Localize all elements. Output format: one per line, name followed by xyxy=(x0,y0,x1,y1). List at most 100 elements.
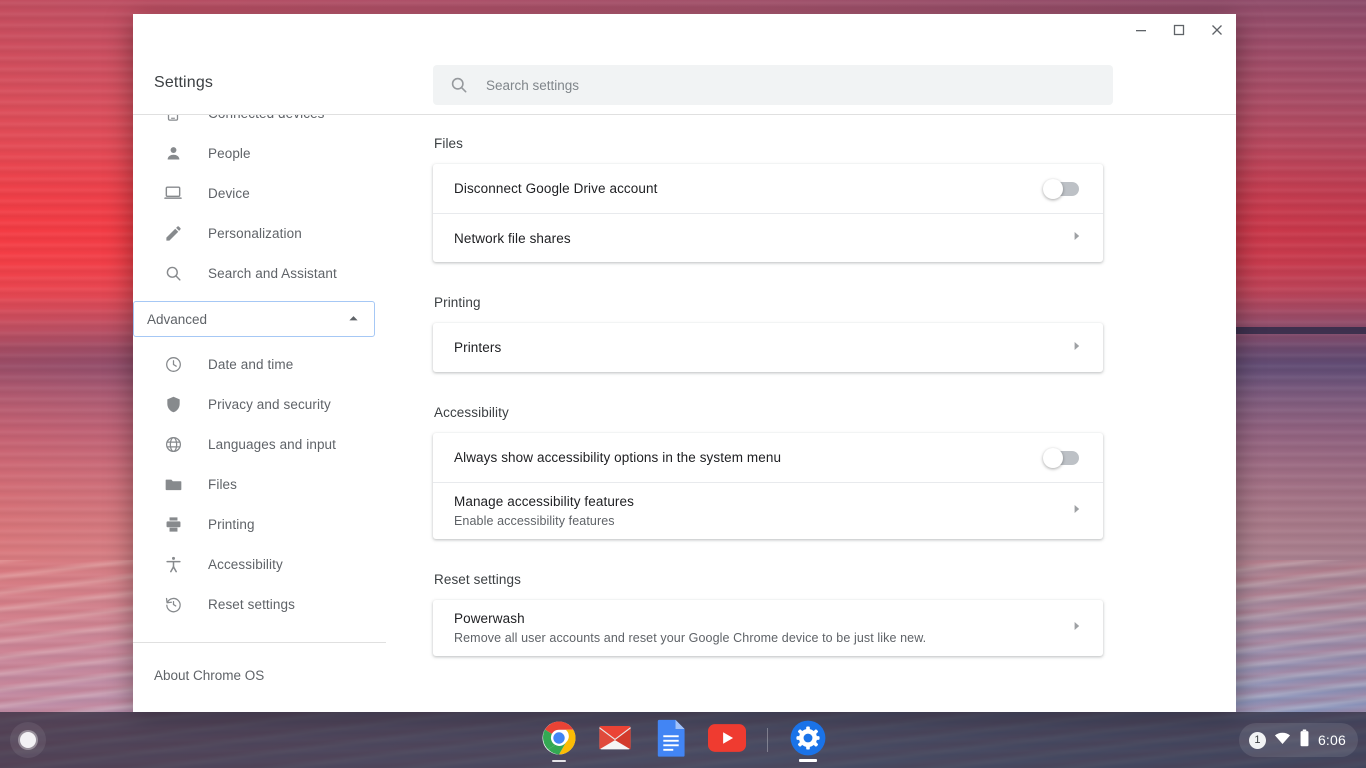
sidebar-item-label: About Chrome OS xyxy=(154,667,265,683)
row-printers[interactable]: Printers xyxy=(433,323,1103,372)
section-title: Accessibility xyxy=(434,405,509,420)
folder-icon xyxy=(163,474,183,494)
printer-icon xyxy=(163,514,183,534)
gmail-icon xyxy=(598,721,632,760)
person-icon xyxy=(163,143,183,163)
disconnect-google-drive-toggle[interactable] xyxy=(1043,178,1079,199)
sidebar-item-label: People xyxy=(208,145,251,161)
row-title: Network file shares xyxy=(454,230,571,246)
sidebar-item-label: Reset settings xyxy=(208,596,295,612)
settings-window: Settings Search settings People Device P… xyxy=(133,14,1236,712)
settings-card: Always show accessibility options in the… xyxy=(433,433,1103,539)
section-title: Printing xyxy=(434,295,481,310)
settings-content[interactable]: Files Disconnect Google Drive account Ne… xyxy=(386,115,1236,712)
row-manage-accessibility-features[interactable]: Manage accessibility features Enable acc… xyxy=(433,482,1103,539)
sidebar-item-privacy-and-security[interactable]: Privacy and security xyxy=(133,384,386,424)
close-button[interactable] xyxy=(1198,14,1236,46)
launcher-button[interactable] xyxy=(10,722,46,758)
sidebar-item-people[interactable]: People xyxy=(133,133,386,173)
search-input[interactable] xyxy=(486,77,1097,93)
globe-icon xyxy=(163,434,183,454)
sidebar-item-label: Personalization xyxy=(208,225,302,241)
sidebar-item-label: Date and time xyxy=(208,356,294,372)
sidebar-advanced-label: Advanced xyxy=(147,311,208,327)
sidebar-item-languages-and-input[interactable]: Languages and input xyxy=(133,424,386,464)
row-subtitle: Enable accessibility features xyxy=(454,514,615,528)
laptop-icon xyxy=(163,183,183,203)
window-title-bar xyxy=(133,14,1236,51)
tablet-icon xyxy=(163,115,183,123)
chevron-right-icon xyxy=(1072,229,1082,247)
sidebar[interactable]: Connected devices People xyxy=(133,115,386,712)
page-title: Settings xyxy=(154,73,214,91)
history-restore-icon xyxy=(163,594,183,614)
sidebar-item-files[interactable]: Files xyxy=(133,464,386,504)
row-powerwash[interactable]: Powerwash Remove all user accounts and r… xyxy=(433,600,1103,656)
section-printing: Printing Printers xyxy=(433,295,1103,372)
sidebar-item-label: Languages and input xyxy=(208,436,337,452)
minimize-button[interactable] xyxy=(1122,14,1160,46)
row-title: Always show accessibility options in the… xyxy=(454,450,782,465)
pencil-icon xyxy=(163,223,183,243)
accessibility-icon xyxy=(163,554,183,574)
row-title: Manage accessibility features xyxy=(454,494,634,509)
search-icon xyxy=(449,75,469,95)
sidebar-item-accessibility[interactable]: Accessibility xyxy=(133,544,386,584)
chrome-icon xyxy=(541,720,577,761)
search-icon xyxy=(163,263,183,283)
wifi-icon[interactable] xyxy=(1274,731,1291,750)
status-tray[interactable]: 1 6:06 xyxy=(1238,723,1358,757)
shelf-app-youtube[interactable] xyxy=(703,716,751,764)
row-title: Disconnect Google Drive account xyxy=(454,181,658,196)
sidebar-item-printing[interactable]: Printing xyxy=(133,504,386,544)
search-box[interactable] xyxy=(433,65,1113,105)
sidebar-item-date-and-time[interactable]: Date and time xyxy=(133,344,386,384)
toggle-knob xyxy=(1043,447,1063,468)
shelf-app-chrome[interactable] xyxy=(535,716,583,764)
app-running-indicator xyxy=(551,760,566,762)
toggle-knob xyxy=(1043,178,1063,199)
sidebar-item-label: Device xyxy=(208,185,250,201)
section-accessibility: Accessibility Always show accessibility … xyxy=(433,405,1103,539)
always-show-accessibility-options-toggle[interactable] xyxy=(1043,447,1079,468)
launcher-icon xyxy=(20,732,36,748)
shelf-app-list xyxy=(535,716,832,764)
section-reset-settings: Reset settings Powerwash Remove all user… xyxy=(433,572,1103,656)
shelf-app-settings[interactable] xyxy=(784,716,832,764)
section-title: Reset settings xyxy=(434,572,521,587)
sidebar-item-reset-settings[interactable]: Reset settings xyxy=(133,584,386,624)
sidebar-item-label: Printing xyxy=(208,516,255,532)
settings-card: Printers xyxy=(433,323,1103,372)
sidebar-item-connected-devices[interactable]: Connected devices xyxy=(133,115,386,133)
battery-icon[interactable] xyxy=(1299,729,1310,752)
sidebar-item-about-chrome-os[interactable]: About Chrome OS xyxy=(133,655,386,695)
row-network-file-shares[interactable]: Network file shares xyxy=(433,213,1103,262)
sidebar-divider xyxy=(133,642,386,643)
row-title: Powerwash xyxy=(454,611,525,626)
shelf-separator xyxy=(766,728,768,752)
sidebar-advanced-toggle[interactable]: Advanced xyxy=(133,301,375,337)
app-active-indicator xyxy=(798,759,817,762)
tray-clock[interactable]: 6:06 xyxy=(1318,732,1346,748)
sidebar-item-label: Accessibility xyxy=(208,556,283,572)
notification-count-badge[interactable]: 1 xyxy=(1248,731,1266,749)
youtube-icon xyxy=(707,723,746,757)
settings-body: Connected devices People xyxy=(133,115,1236,712)
row-always-show-accessibility-options[interactable]: Always show accessibility options in the… xyxy=(433,433,1103,482)
maximize-button[interactable] xyxy=(1160,14,1198,46)
shelf-app-docs[interactable] xyxy=(647,716,695,764)
sidebar-item-device[interactable]: Device xyxy=(133,173,386,213)
chevron-right-icon xyxy=(1072,619,1082,637)
sidebar-item-search-and-assistant[interactable]: Search and Assistant xyxy=(133,253,386,293)
section-files: Files Disconnect Google Drive account Ne… xyxy=(433,136,1103,262)
docs-icon xyxy=(656,719,686,762)
settings-card: Disconnect Google Drive account Network … xyxy=(433,164,1103,262)
shelf: 1 6:06 xyxy=(0,712,1366,768)
row-disconnect-google-drive-account[interactable]: Disconnect Google Drive account xyxy=(433,164,1103,213)
sidebar-item-personalization[interactable]: Personalization xyxy=(133,213,386,253)
chevron-right-icon xyxy=(1072,339,1082,357)
sidebar-item-label: Search and Assistant xyxy=(208,265,337,281)
shelf-app-gmail[interactable] xyxy=(591,716,639,764)
clock-icon xyxy=(163,354,183,374)
chevron-right-icon xyxy=(1072,502,1082,520)
